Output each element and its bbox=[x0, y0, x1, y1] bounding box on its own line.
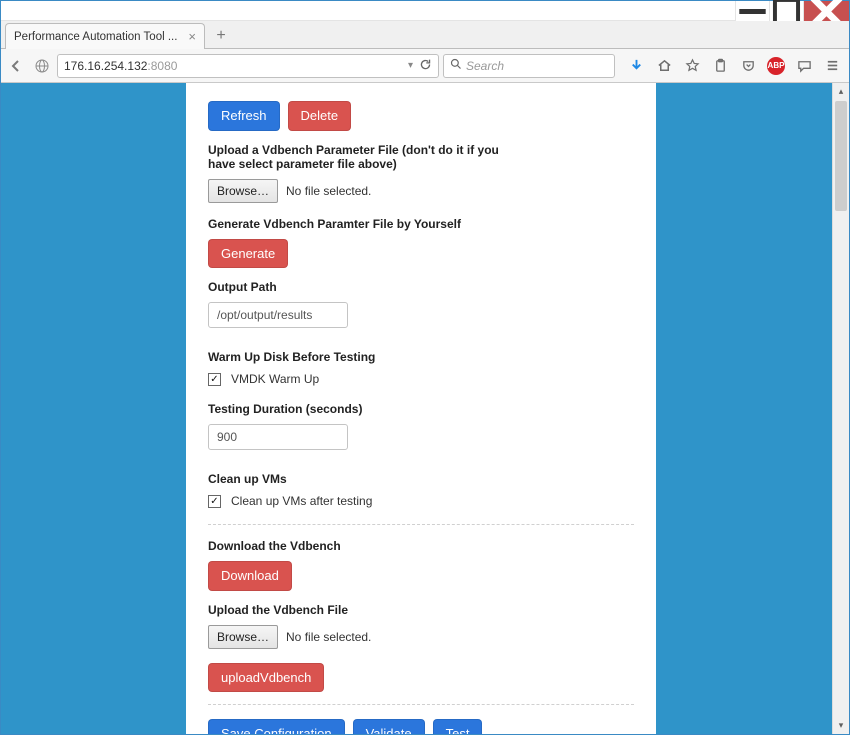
duration-label: Testing Duration (seconds) bbox=[208, 402, 634, 416]
generate-label: Generate Vdbench Paramter File by Yourse… bbox=[208, 217, 634, 231]
validate-button[interactable]: Validate bbox=[353, 719, 425, 734]
warmup-checkbox-label: VMDK Warm Up bbox=[231, 372, 319, 386]
save-configuration-button[interactable]: Save Configuration bbox=[208, 719, 345, 734]
url-dropdown-icon[interactable]: ▾ bbox=[408, 60, 413, 71]
test-button[interactable]: Test bbox=[433, 719, 483, 734]
delete-button[interactable]: Delete bbox=[288, 101, 352, 131]
home-icon[interactable] bbox=[651, 53, 677, 79]
globe-icon bbox=[31, 55, 53, 77]
bookmark-star-icon[interactable] bbox=[679, 53, 705, 79]
abp-icon[interactable]: ABP bbox=[763, 53, 789, 79]
toolbar-icons: ABP bbox=[623, 53, 845, 79]
tab-title: Performance Automation Tool ... bbox=[14, 31, 177, 43]
downloads-icon[interactable] bbox=[623, 53, 649, 79]
output-path-label: Output Path bbox=[208, 280, 634, 294]
pocket-icon[interactable] bbox=[735, 53, 761, 79]
browser-window: Performance Automation Tool ... × + 176.… bbox=[0, 0, 850, 735]
browse-vdbench-button[interactable]: Browse… bbox=[208, 625, 278, 649]
generate-button[interactable]: Generate bbox=[208, 239, 288, 269]
refresh-button[interactable]: Refresh bbox=[208, 101, 280, 131]
param-nofile-text: No file selected. bbox=[286, 184, 371, 198]
search-icon bbox=[450, 58, 462, 73]
cleanup-label: Clean up VMs bbox=[208, 472, 634, 486]
window-close-button[interactable] bbox=[803, 1, 849, 21]
form-panel: Refresh Delete Upload a Vdbench Paramete… bbox=[186, 83, 656, 734]
url-port: :8080 bbox=[147, 59, 177, 73]
download-vdbench-label: Download the Vdbench bbox=[208, 539, 634, 553]
window-minimize-button[interactable] bbox=[735, 1, 769, 21]
browse-param-button[interactable]: Browse… bbox=[208, 179, 278, 203]
upload-vdbench-button[interactable]: uploadVdbench bbox=[208, 663, 324, 693]
scroll-thumb[interactable] bbox=[835, 101, 847, 211]
page-viewport: Refresh Delete Upload a Vdbench Paramete… bbox=[1, 83, 849, 734]
divider bbox=[208, 524, 634, 525]
upload-vdbench-label: Upload the Vdbench File bbox=[208, 603, 634, 617]
browser-tabbar: Performance Automation Tool ... × + bbox=[1, 21, 849, 49]
chat-icon[interactable] bbox=[791, 53, 817, 79]
browser-navbar: 176.16.254.132:8080 ▾ Search bbox=[1, 49, 849, 83]
cleanup-checkbox[interactable]: ✓ bbox=[208, 495, 221, 508]
vertical-scrollbar[interactable]: ▴ ▾ bbox=[832, 83, 849, 734]
output-path-input[interactable] bbox=[208, 302, 348, 328]
new-tab-button[interactable]: + bbox=[209, 26, 233, 46]
divider-2 bbox=[208, 704, 634, 705]
vdbench-nofile-text: No file selected. bbox=[286, 630, 371, 644]
upload-param-label: Upload a Vdbench Parameter File (don't d… bbox=[208, 143, 508, 171]
warmup-checkbox[interactable]: ✓ bbox=[208, 373, 221, 386]
scroll-down-icon[interactable]: ▾ bbox=[833, 717, 849, 734]
back-button[interactable] bbox=[5, 55, 27, 77]
menu-icon[interactable] bbox=[819, 53, 845, 79]
search-placeholder: Search bbox=[466, 59, 504, 73]
reload-icon[interactable] bbox=[419, 58, 432, 74]
url-host: 176.16.254.132 bbox=[64, 59, 147, 73]
tab-close-icon[interactable]: × bbox=[188, 30, 196, 43]
duration-input[interactable] bbox=[208, 424, 348, 450]
scroll-up-icon[interactable]: ▴ bbox=[833, 83, 849, 100]
url-input[interactable]: 176.16.254.132:8080 ▾ bbox=[57, 54, 439, 78]
window-titlebar bbox=[1, 1, 849, 21]
cleanup-checkbox-label: Clean up VMs after testing bbox=[231, 494, 372, 508]
warmup-label: Warm Up Disk Before Testing bbox=[208, 350, 634, 364]
browser-tab-active[interactable]: Performance Automation Tool ... × bbox=[5, 23, 205, 49]
search-input[interactable]: Search bbox=[443, 54, 615, 78]
window-maximize-button[interactable] bbox=[769, 1, 803, 21]
download-button[interactable]: Download bbox=[208, 561, 292, 591]
clipboard-icon[interactable] bbox=[707, 53, 733, 79]
